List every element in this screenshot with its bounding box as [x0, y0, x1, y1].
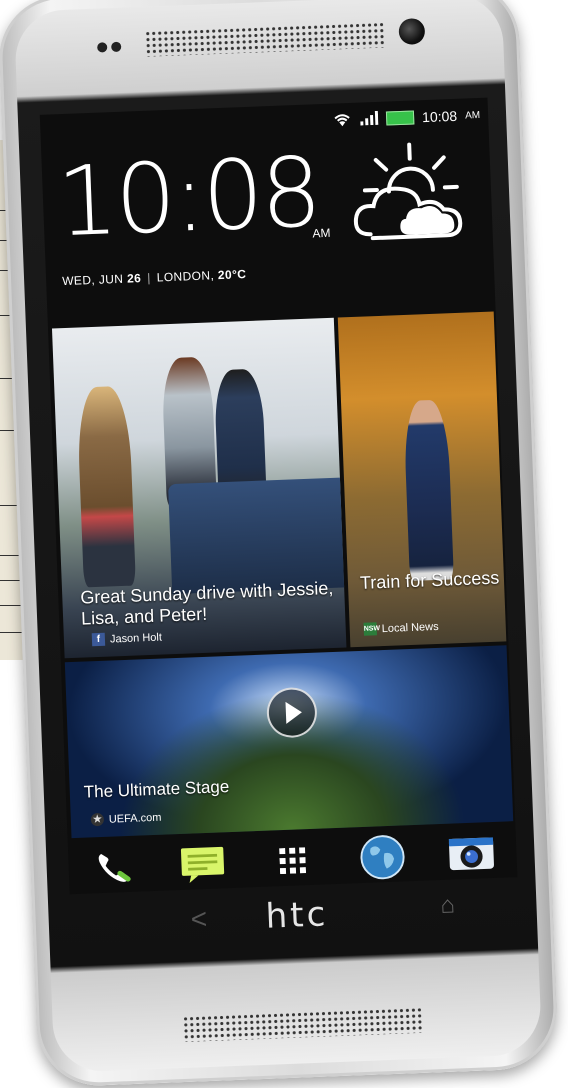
tile-source-label: UEFA.com: [109, 811, 162, 825]
sensor-dot: [97, 42, 107, 52]
app-drawer-icon[interactable]: [269, 837, 317, 885]
status-ampm: AM: [465, 109, 480, 121]
tile-caption: The Ultimate Stage: [83, 776, 229, 803]
back-button[interactable]: <: [190, 903, 208, 936]
tile-source-label: Local News: [382, 620, 439, 634]
play-icon[interactable]: [266, 687, 318, 739]
date-label: WED, JUN: [62, 272, 127, 288]
sensor-dot: [111, 42, 121, 52]
status-bar: 10:08 AM: [332, 104, 481, 132]
browser-globe-icon[interactable]: [358, 833, 406, 881]
wifi-icon: [332, 110, 353, 130]
bottom-speaker-grille: [182, 1007, 423, 1042]
battery-icon: [386, 110, 415, 125]
tile-caption: Great Sunday drive with Jessie, Lisa, an…: [80, 578, 341, 630]
status-time: 10:08: [422, 108, 458, 125]
local-news-icon: NSW: [364, 622, 377, 635]
clock-ampm: AM: [312, 226, 331, 241]
tile-caption: Train for Success: [360, 568, 501, 594]
top-speaker-grille: [145, 22, 386, 57]
location-label: LONDON,: [156, 268, 218, 284]
clock-date-line: WED, JUN 26|LONDON, 20°C: [62, 267, 247, 288]
facebook-icon: f: [92, 633, 105, 646]
camera-app-icon[interactable]: [448, 830, 496, 878]
feed-tile-social[interactable]: Great Sunday drive with Jessie, Lisa, an…: [52, 318, 346, 659]
feed-tile-video[interactable]: The Ultimate Stage ★ UEFA.com: [65, 645, 513, 838]
front-camera: [398, 18, 425, 45]
person-photo: [76, 386, 136, 588]
date-day: 26: [127, 271, 142, 286]
temperature: 20°C: [218, 267, 247, 282]
phone-icon[interactable]: [90, 844, 138, 892]
jeep-photo: [168, 477, 346, 594]
home-screen: 10:08 AM 10:08 AM WED, JUN 26|LONDON, 20…: [40, 98, 518, 895]
runner-photo: [403, 399, 454, 581]
home-button[interactable]: ⌂: [440, 891, 456, 920]
clock-widget-time[interactable]: 10:08: [55, 142, 320, 252]
phone-front: 10:08 AM 10:08 AM WED, JUN 26|LONDON, 20…: [14, 0, 542, 1073]
uefa-icon: ★: [91, 813, 104, 826]
messages-icon[interactable]: [179, 840, 227, 888]
brand-logo: htc: [265, 894, 329, 936]
tile-source: NSW Local News: [364, 620, 439, 636]
phone-body: 10:08 AM 10:08 AM WED, JUN 26|LONDON, 20…: [0, 0, 559, 1088]
partly-cloudy-icon[interactable]: [345, 139, 469, 254]
tile-source: f Jason Holt: [92, 631, 162, 647]
tile-source-label: Jason Holt: [110, 631, 162, 645]
tile-source: ★ UEFA.com: [91, 811, 162, 827]
signal-icon: [360, 110, 379, 128]
feed-tile-news[interactable]: Train for Success NSW Local News: [338, 312, 507, 648]
